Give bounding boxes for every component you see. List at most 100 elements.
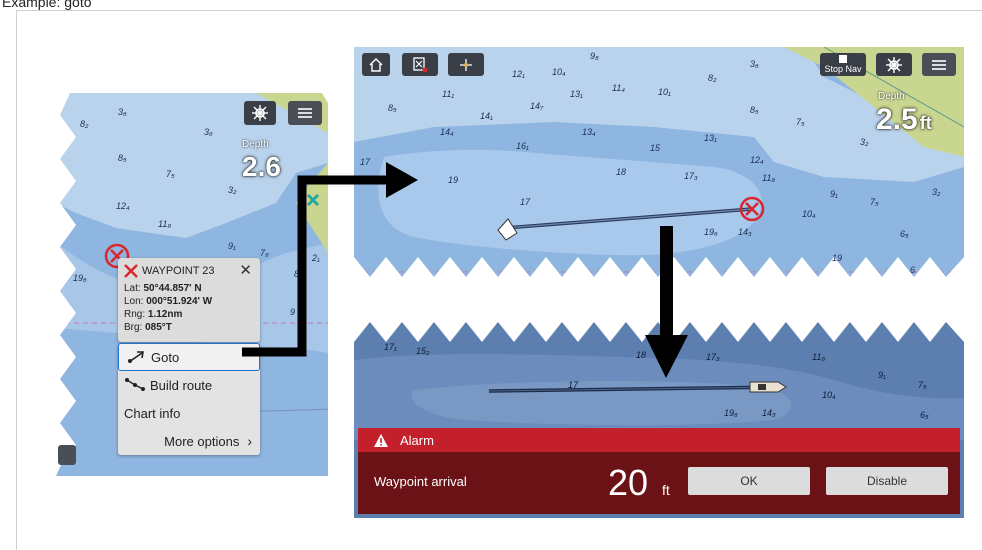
top-right-chart[interactable]: 9₈ 10₄ 12₁ 11₁ 13₁ 11₄ 10₁ 8₂ 3₆ 8₅ 14₇ …	[354, 47, 964, 287]
menu-item-chart-info[interactable]: Chart info	[118, 399, 260, 427]
sounding: 7₅	[918, 380, 927, 390]
sounding: 8₅	[750, 105, 759, 115]
depth-value: 2.6	[242, 151, 281, 182]
compass-icon	[460, 58, 472, 71]
disable-button[interactable]: Disable	[826, 467, 948, 495]
sounding: 12₄	[750, 155, 764, 165]
hamburger-menu-icon	[932, 59, 946, 70]
sounding: 7₅	[870, 197, 879, 207]
sounding: 8	[294, 269, 300, 279]
sounding: 8₂	[708, 73, 717, 83]
waypoint-lon: Lon: 000°51.924' W	[124, 296, 213, 307]
chart-corner-button[interactable]	[58, 445, 76, 465]
menu-button[interactable]	[288, 101, 322, 125]
menu-item-label: Chart info	[124, 405, 181, 421]
sounding: 8₅	[388, 103, 397, 113]
menu-item-label: More options	[164, 433, 240, 449]
sounding: 13₁	[704, 133, 717, 143]
home-button[interactable]	[362, 53, 390, 76]
stop-nav-button[interactable]: Stop Nav	[820, 53, 866, 76]
menu-item-goto[interactable]: Goto	[118, 343, 260, 371]
sounding: 9₈	[590, 51, 599, 61]
waypoint-range: Rng: 1.12nm	[124, 309, 183, 320]
menu-item-build-route[interactable]: Build route	[118, 371, 260, 399]
waypoint-flag-icon	[413, 56, 428, 72]
sounding: 16₁	[516, 141, 529, 151]
waypoint-lat: Lat: 50°44.857' N	[124, 283, 202, 294]
sounding: 14₇	[530, 101, 544, 111]
goto-arrow-icon	[128, 351, 144, 363]
warning-icon	[374, 433, 388, 447]
sounding: 19	[448, 175, 459, 185]
alarm-value: 20	[608, 462, 649, 503]
depth-label: Depth	[242, 139, 269, 150]
sounding: 3₂	[228, 185, 237, 195]
sounding: 17₃	[684, 171, 698, 181]
waypoint-button[interactable]	[402, 53, 438, 76]
figure-caption: Example: goto	[2, 0, 92, 10]
menu-item-label: Goto	[151, 349, 180, 365]
sounding: 9₁	[228, 241, 236, 251]
sounding: 6	[910, 265, 916, 275]
sounding: 10₄	[822, 390, 836, 400]
depth-value: 2.5 ft	[876, 103, 932, 136]
sounding: 12₁	[512, 69, 525, 79]
waypoint-popup: WAYPOINT 23 ✕ Lat: 50°44.857' N Lon: 000…	[118, 258, 260, 342]
menu-button[interactable]	[922, 53, 956, 76]
sounding: 12₄	[116, 201, 130, 211]
sounding: 9	[290, 307, 296, 317]
sounding: 17₁	[384, 342, 397, 352]
compass-button[interactable]	[448, 53, 484, 76]
sounding: 7₅	[166, 169, 175, 179]
depth-label: Depth	[878, 91, 905, 102]
menu-item-more-options[interactable]: More options ›	[118, 427, 260, 455]
sounding: 7₅	[796, 117, 805, 127]
sounding: 6₅	[900, 229, 909, 239]
sounding: 17₃	[706, 352, 720, 362]
sounding: 11₁	[442, 89, 455, 99]
sounding: 17	[568, 380, 579, 390]
chart-settings-button[interactable]	[876, 53, 912, 76]
sounding: 3₆	[750, 59, 759, 69]
sounding: 3₆	[118, 107, 127, 117]
sounding: 3₂	[932, 187, 941, 197]
sounding: 17	[520, 197, 531, 207]
waypoint-bearing: Brg: 085°T	[124, 322, 172, 333]
sounding: 10₁	[658, 87, 671, 97]
sounding: 14₃	[762, 408, 776, 418]
chevron-right-icon: ›	[247, 433, 252, 449]
alarm-unit: ft	[662, 482, 670, 498]
sounding: 2₁	[312, 253, 320, 263]
top-right-chart-map	[354, 47, 964, 287]
sounding: 11₈	[158, 219, 172, 229]
alarm-message: Waypoint arrival	[374, 474, 467, 489]
ok-button[interactable]: OK	[688, 467, 810, 495]
sounding: 9₁	[878, 370, 886, 380]
ship-wheel-icon	[252, 105, 268, 121]
sounding: 3₂	[860, 137, 869, 147]
sounding: 10₄	[552, 67, 566, 77]
sounding: 13₄	[582, 127, 596, 137]
waypoint-title: WAYPOINT 23	[142, 265, 215, 277]
sounding: 14₁	[480, 111, 493, 121]
sounding: 11₄	[612, 83, 625, 93]
chart-settings-button[interactable]	[244, 101, 276, 125]
sounding: 18	[616, 167, 627, 177]
alarm-title: Alarm	[400, 432, 434, 448]
sounding: 18	[636, 350, 647, 360]
sounding: 8₂	[80, 119, 89, 129]
left-chart[interactable]: 3₆ 8₂ 3₆ 8₅ 7₅ 3₂ 12₄ 11₈ 9₁ 7₈ 19₆ 8 2₁…	[56, 93, 328, 476]
route-icon	[125, 378, 145, 391]
bottom-right-chart[interactable]: 17₁ 15₂ 18 17₃ 11₈ 9₁ 7₅ 17 10₄ 19₆ 14₃ …	[354, 320, 964, 518]
sounding: 13₁	[570, 89, 583, 99]
sounding: 9₁	[830, 189, 838, 199]
sounding: 8₅	[118, 153, 127, 163]
alarm-body: Waypoint arrival 20 ft OK Disable	[358, 452, 960, 514]
sounding: 17	[360, 157, 371, 167]
sounding: 14₃	[738, 227, 752, 237]
sounding: 19₆	[724, 408, 738, 418]
sounding: 11₈	[762, 173, 776, 183]
sounding: 15₂	[416, 346, 430, 356]
sounding: 7₈	[260, 248, 269, 258]
close-icon[interactable]: ✕	[239, 261, 252, 279]
